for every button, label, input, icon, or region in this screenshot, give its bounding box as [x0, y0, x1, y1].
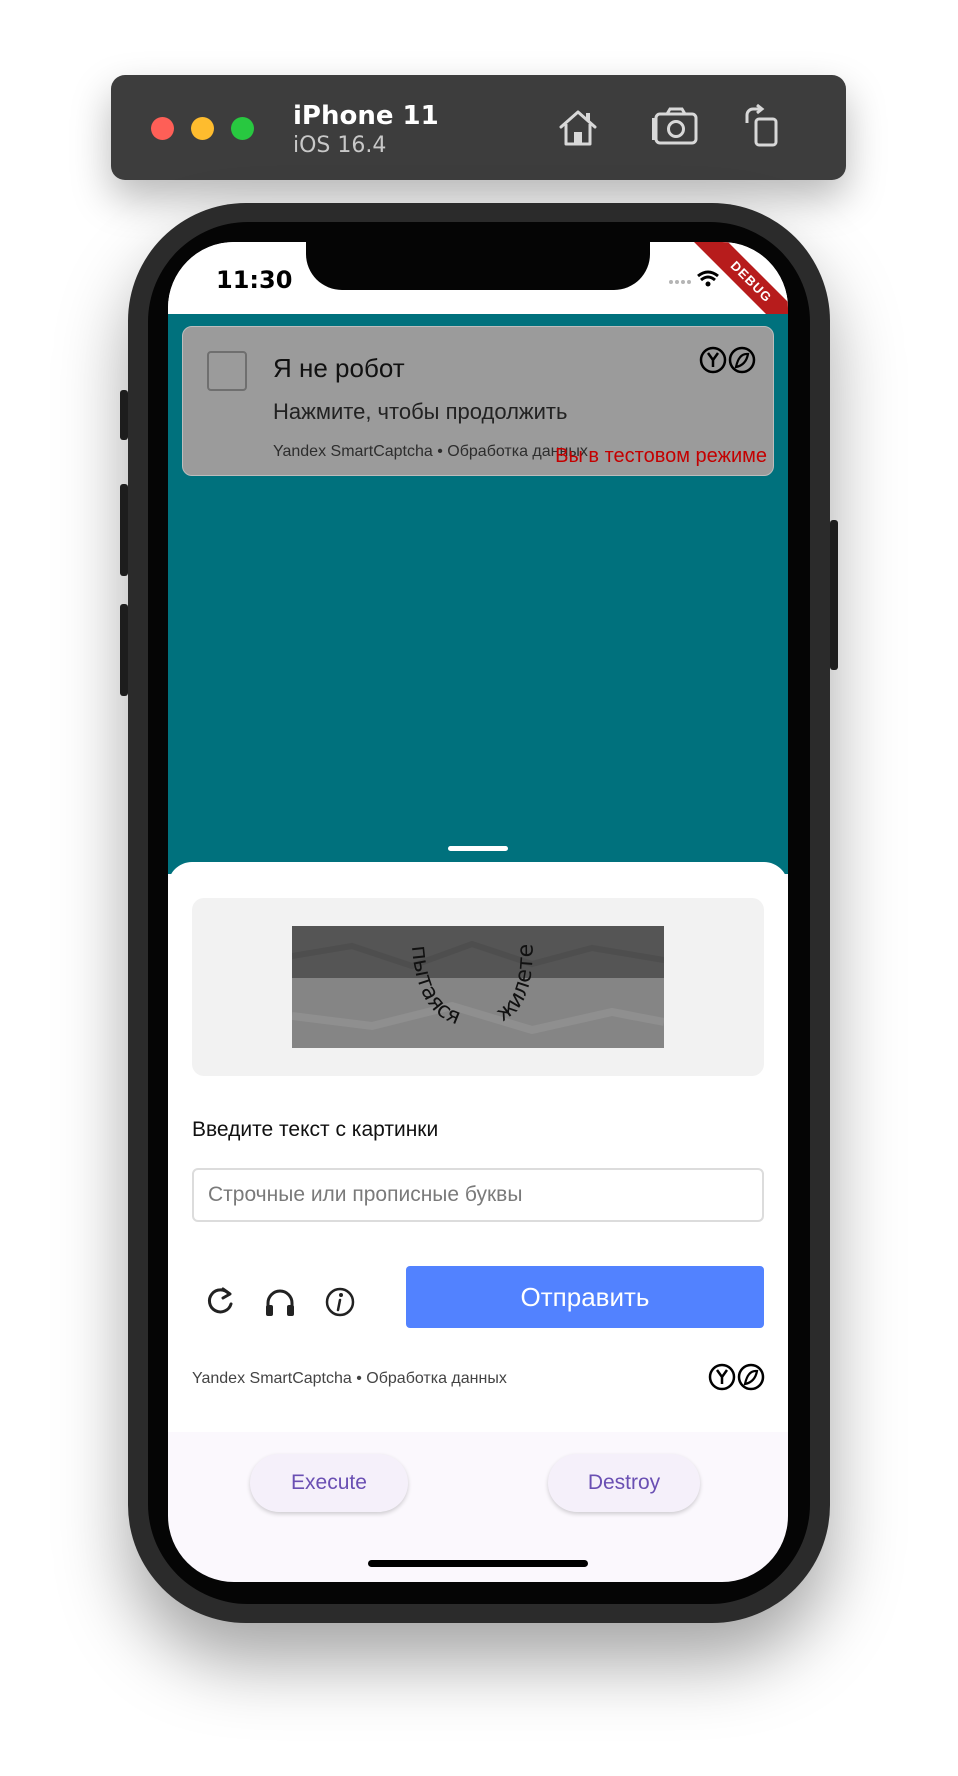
- simulator-toolbar: iPhone 11 iOS 16.4: [111, 75, 846, 180]
- device-os-version: iOS 16.4: [293, 133, 387, 158]
- volume-down-button: [120, 604, 128, 696]
- rotate-icon[interactable]: [739, 103, 789, 153]
- mute-switch: [120, 390, 128, 440]
- captcha-image-container: пытаяся жилете: [192, 898, 764, 1076]
- captcha-checkbox-widget[interactable]: Я не робот Нажмите, чтобы продолжить Yan…: [182, 326, 774, 476]
- close-window-button[interactable]: [151, 117, 174, 140]
- volume-up-button: [120, 484, 128, 576]
- captcha-footer[interactable]: Yandex SmartCaptcha • Обработка данных: [273, 443, 588, 461]
- submit-button[interactable]: Отправить: [406, 1266, 764, 1328]
- captcha-title: Я не робот: [273, 353, 405, 383]
- wifi-icon: [697, 270, 719, 287]
- challenge-footer[interactable]: Yandex SmartCaptcha • Обработка данных: [192, 1370, 507, 1388]
- device-name: iPhone 11: [293, 101, 439, 131]
- home-indicator: [368, 1560, 588, 1567]
- captcha-image: пытаяся жилете: [292, 926, 664, 1048]
- captcha-input-label: Введите текст с картинки: [192, 1118, 439, 1141]
- info-icon[interactable]: [320, 1282, 360, 1322]
- captcha-text-input[interactable]: [192, 1168, 764, 1222]
- destroy-button[interactable]: Destroy: [548, 1454, 700, 1512]
- execute-button[interactable]: Execute: [250, 1454, 408, 1512]
- captcha-challenge-sheet: пытаяся жилете Введите текст с картинки …: [168, 862, 788, 1432]
- smartcaptcha-logo-icon: [699, 345, 757, 380]
- home-icon[interactable]: [553, 103, 603, 153]
- app-background: Я не робот Нажмите, чтобы продолжить Yan…: [168, 314, 788, 874]
- minimize-window-button[interactable]: [191, 117, 214, 140]
- captcha-subtitle: Нажмите, чтобы продолжить: [273, 399, 568, 424]
- sheet-drag-handle[interactable]: [448, 846, 508, 851]
- captcha-checkbox[interactable]: [207, 351, 247, 391]
- screenshot-icon[interactable]: [651, 103, 701, 153]
- notch: [306, 242, 650, 290]
- zoom-window-button[interactable]: [231, 117, 254, 140]
- headphones-icon[interactable]: [260, 1282, 300, 1322]
- smartcaptcha-logo-icon: [708, 1362, 766, 1397]
- test-mode-notice: Вы в тестовом режиме: [555, 445, 767, 467]
- power-button: [830, 520, 838, 670]
- status-icons: [668, 270, 728, 295]
- status-time: 11:30: [216, 266, 293, 294]
- refresh-icon[interactable]: [200, 1282, 240, 1322]
- phone-screen: 11:30 DEBUG Я не робот Нажмите, чтобы пр…: [168, 242, 788, 1582]
- signal-icon: [669, 280, 691, 284]
